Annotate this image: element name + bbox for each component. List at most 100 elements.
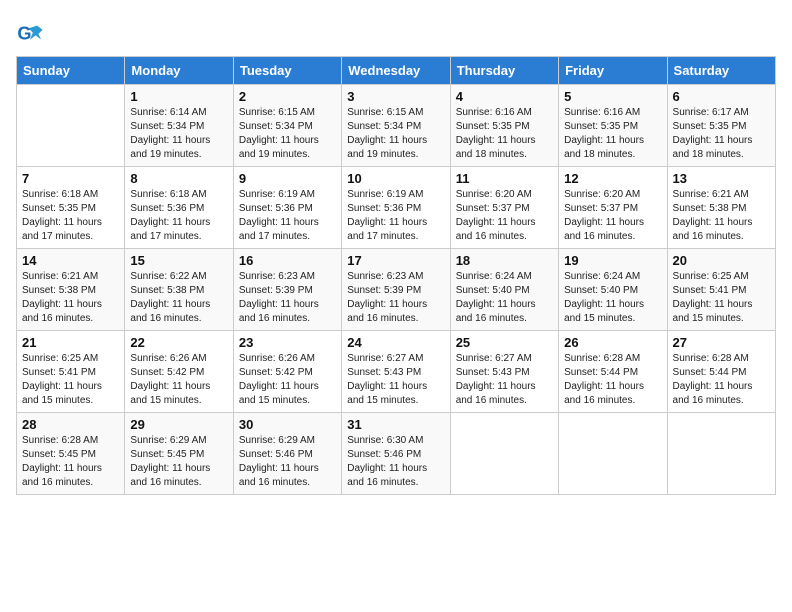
day-number: 2 [239, 89, 336, 104]
day-info: Sunrise: 6:20 AM Sunset: 5:37 PM Dayligh… [456, 188, 553, 244]
day-number: 27 [673, 335, 770, 350]
calendar-cell: 16 Sunrise: 6:23 AM Sunset: 5:39 PM Dayli… [233, 249, 341, 331]
day-number: 24 [347, 335, 444, 350]
day-number: 12 [564, 171, 661, 186]
calendar-cell [667, 413, 775, 495]
calendar-cell: 28 Sunrise: 6:28 AM Sunset: 5:45 PM Dayli… [17, 413, 125, 495]
day-number: 23 [239, 335, 336, 350]
day-info: Sunrise: 6:25 AM Sunset: 5:41 PM Dayligh… [22, 352, 119, 408]
day-info: Sunrise: 6:28 AM Sunset: 5:45 PM Dayligh… [22, 434, 119, 490]
day-info: Sunrise: 6:22 AM Sunset: 5:38 PM Dayligh… [130, 270, 227, 326]
day-number: 9 [239, 171, 336, 186]
calendar-cell: 7 Sunrise: 6:18 AM Sunset: 5:35 PM Daylig… [17, 167, 125, 249]
day-number: 1 [130, 89, 227, 104]
day-number: 26 [564, 335, 661, 350]
day-info: Sunrise: 6:29 AM Sunset: 5:45 PM Dayligh… [130, 434, 227, 490]
calendar-cell: 17 Sunrise: 6:23 AM Sunset: 5:39 PM Dayli… [342, 249, 450, 331]
calendar-week-row: 28 Sunrise: 6:28 AM Sunset: 5:45 PM Dayli… [17, 413, 776, 495]
day-number: 8 [130, 171, 227, 186]
day-number: 3 [347, 89, 444, 104]
day-number: 13 [673, 171, 770, 186]
day-info: Sunrise: 6:26 AM Sunset: 5:42 PM Dayligh… [130, 352, 227, 408]
calendar-cell: 3 Sunrise: 6:15 AM Sunset: 5:34 PM Daylig… [342, 85, 450, 167]
day-info: Sunrise: 6:19 AM Sunset: 5:36 PM Dayligh… [239, 188, 336, 244]
calendar-cell [17, 85, 125, 167]
column-header-tuesday: Tuesday [233, 57, 341, 85]
day-number: 7 [22, 171, 119, 186]
calendar-cell: 18Sunrise: 6:24 AM Sunset: 5:40 PM Dayli… [450, 249, 558, 331]
day-number: 17 [347, 253, 444, 268]
calendar-cell [450, 413, 558, 495]
calendar-cell: 31 Sunrise: 6:30 AM Sunset: 5:46 PM Dayli… [342, 413, 450, 495]
calendar-cell: 24Sunrise: 6:27 AM Sunset: 5:43 PM Dayli… [342, 331, 450, 413]
day-info: Sunrise: 6:29 AM Sunset: 5:46 PM Dayligh… [239, 434, 336, 490]
day-info: Sunrise: 6:30 AM Sunset: 5:46 PM Dayligh… [347, 434, 444, 490]
day-number: 16 [239, 253, 336, 268]
day-number: 22 [130, 335, 227, 350]
calendar-cell: 11 Sunrise: 6:20 AM Sunset: 5:37 PM Dayli… [450, 167, 558, 249]
logo-icon: G [16, 20, 44, 48]
calendar-week-row: 7 Sunrise: 6:18 AM Sunset: 5:35 PM Daylig… [17, 167, 776, 249]
day-number: 31 [347, 417, 444, 432]
svg-text:G: G [17, 24, 31, 44]
day-info: Sunrise: 6:21 AM Sunset: 5:38 PM Dayligh… [22, 270, 119, 326]
day-number: 19 [564, 253, 661, 268]
day-info: Sunrise: 6:19 AM Sunset: 5:36 PM Dayligh… [347, 188, 444, 244]
day-number: 14 [22, 253, 119, 268]
calendar-cell: 20 Sunrise: 6:25 AM Sunset: 5:41 PM Dayli… [667, 249, 775, 331]
day-info: Sunrise: 6:17 AM Sunset: 5:35 PM Dayligh… [673, 106, 770, 162]
day-info: Sunrise: 6:14 AM Sunset: 5:34 PM Dayligh… [130, 106, 227, 162]
day-info: Sunrise: 6:23 AM Sunset: 5:39 PM Dayligh… [347, 270, 444, 326]
day-info: Sunrise: 6:28 AM Sunset: 5:44 PM Dayligh… [673, 352, 770, 408]
day-number: 25 [456, 335, 553, 350]
day-info: Sunrise: 6:28 AM Sunset: 5:44 PM Dayligh… [564, 352, 661, 408]
column-header-sunday: Sunday [17, 57, 125, 85]
day-info: Sunrise: 6:27 AM Sunset: 5:43 PM Dayligh… [456, 352, 553, 408]
day-info: Sunrise: 6:18 AM Sunset: 5:36 PM Dayligh… [130, 188, 227, 244]
day-info: Sunrise: 6:21 AM Sunset: 5:38 PM Dayligh… [673, 188, 770, 244]
day-info: Sunrise: 6:16 AM Sunset: 5:35 PM Dayligh… [456, 106, 553, 162]
calendar-cell: 8 Sunrise: 6:18 AM Sunset: 5:36 PM Daylig… [125, 167, 233, 249]
calendar-cell: 22 Sunrise: 6:26 AM Sunset: 5:42 PM Dayli… [125, 331, 233, 413]
calendar-cell: 6 Sunrise: 6:17 AM Sunset: 5:35 PM Daylig… [667, 85, 775, 167]
calendar-cell: 13 Sunrise: 6:21 AM Sunset: 5:38 PM Dayli… [667, 167, 775, 249]
day-number: 28 [22, 417, 119, 432]
day-info: Sunrise: 6:23 AM Sunset: 5:39 PM Dayligh… [239, 270, 336, 326]
day-info: Sunrise: 6:18 AM Sunset: 5:35 PM Dayligh… [22, 188, 119, 244]
logo: G [16, 20, 46, 48]
calendar-cell: 25 Sunrise: 6:27 AM Sunset: 5:43 PM Dayli… [450, 331, 558, 413]
calendar-cell: 29 Sunrise: 6:29 AM Sunset: 5:45 PM Dayli… [125, 413, 233, 495]
day-info: Sunrise: 6:25 AM Sunset: 5:41 PM Dayligh… [673, 270, 770, 326]
day-info: Sunrise: 6:15 AM Sunset: 5:34 PM Dayligh… [347, 106, 444, 162]
calendar-cell: 5Sunrise: 6:16 AM Sunset: 5:35 PM Daylig… [559, 85, 667, 167]
calendar-cell: 14 Sunrise: 6:21 AM Sunset: 5:38 PM Dayli… [17, 249, 125, 331]
column-header-friday: Friday [559, 57, 667, 85]
day-number: 4 [456, 89, 553, 104]
calendar-cell: 27 Sunrise: 6:28 AM Sunset: 5:44 PM Dayli… [667, 331, 775, 413]
column-header-wednesday: Wednesday [342, 57, 450, 85]
calendar-cell: 23Sunrise: 6:26 AM Sunset: 5:42 PM Dayli… [233, 331, 341, 413]
calendar-cell: 12 Sunrise: 6:20 AM Sunset: 5:37 PM Dayli… [559, 167, 667, 249]
column-header-monday: Monday [125, 57, 233, 85]
calendar-cell: 15Sunrise: 6:22 AM Sunset: 5:38 PM Dayli… [125, 249, 233, 331]
calendar-cell: 2Sunrise: 6:15 AM Sunset: 5:34 PM Daylig… [233, 85, 341, 167]
calendar-header-row: SundayMondayTuesdayWednesdayThursdayFrid… [17, 57, 776, 85]
day-number: 20 [673, 253, 770, 268]
column-header-thursday: Thursday [450, 57, 558, 85]
calendar-cell: 9 Sunrise: 6:19 AM Sunset: 5:36 PM Daylig… [233, 167, 341, 249]
day-number: 30 [239, 417, 336, 432]
day-info: Sunrise: 6:24 AM Sunset: 5:40 PM Dayligh… [564, 270, 661, 326]
column-header-saturday: Saturday [667, 57, 775, 85]
calendar-week-row: 21Sunrise: 6:25 AM Sunset: 5:41 PM Dayli… [17, 331, 776, 413]
page-header: G [16, 16, 776, 48]
day-info: Sunrise: 6:24 AM Sunset: 5:40 PM Dayligh… [456, 270, 553, 326]
day-number: 29 [130, 417, 227, 432]
calendar-cell: 26 Sunrise: 6:28 AM Sunset: 5:44 PM Dayli… [559, 331, 667, 413]
calendar-table: SundayMondayTuesdayWednesdayThursdayFrid… [16, 56, 776, 495]
calendar-cell [559, 413, 667, 495]
day-info: Sunrise: 6:16 AM Sunset: 5:35 PM Dayligh… [564, 106, 661, 162]
day-number: 11 [456, 171, 553, 186]
day-info: Sunrise: 6:20 AM Sunset: 5:37 PM Dayligh… [564, 188, 661, 244]
calendar-week-row: 14 Sunrise: 6:21 AM Sunset: 5:38 PM Dayli… [17, 249, 776, 331]
day-number: 6 [673, 89, 770, 104]
